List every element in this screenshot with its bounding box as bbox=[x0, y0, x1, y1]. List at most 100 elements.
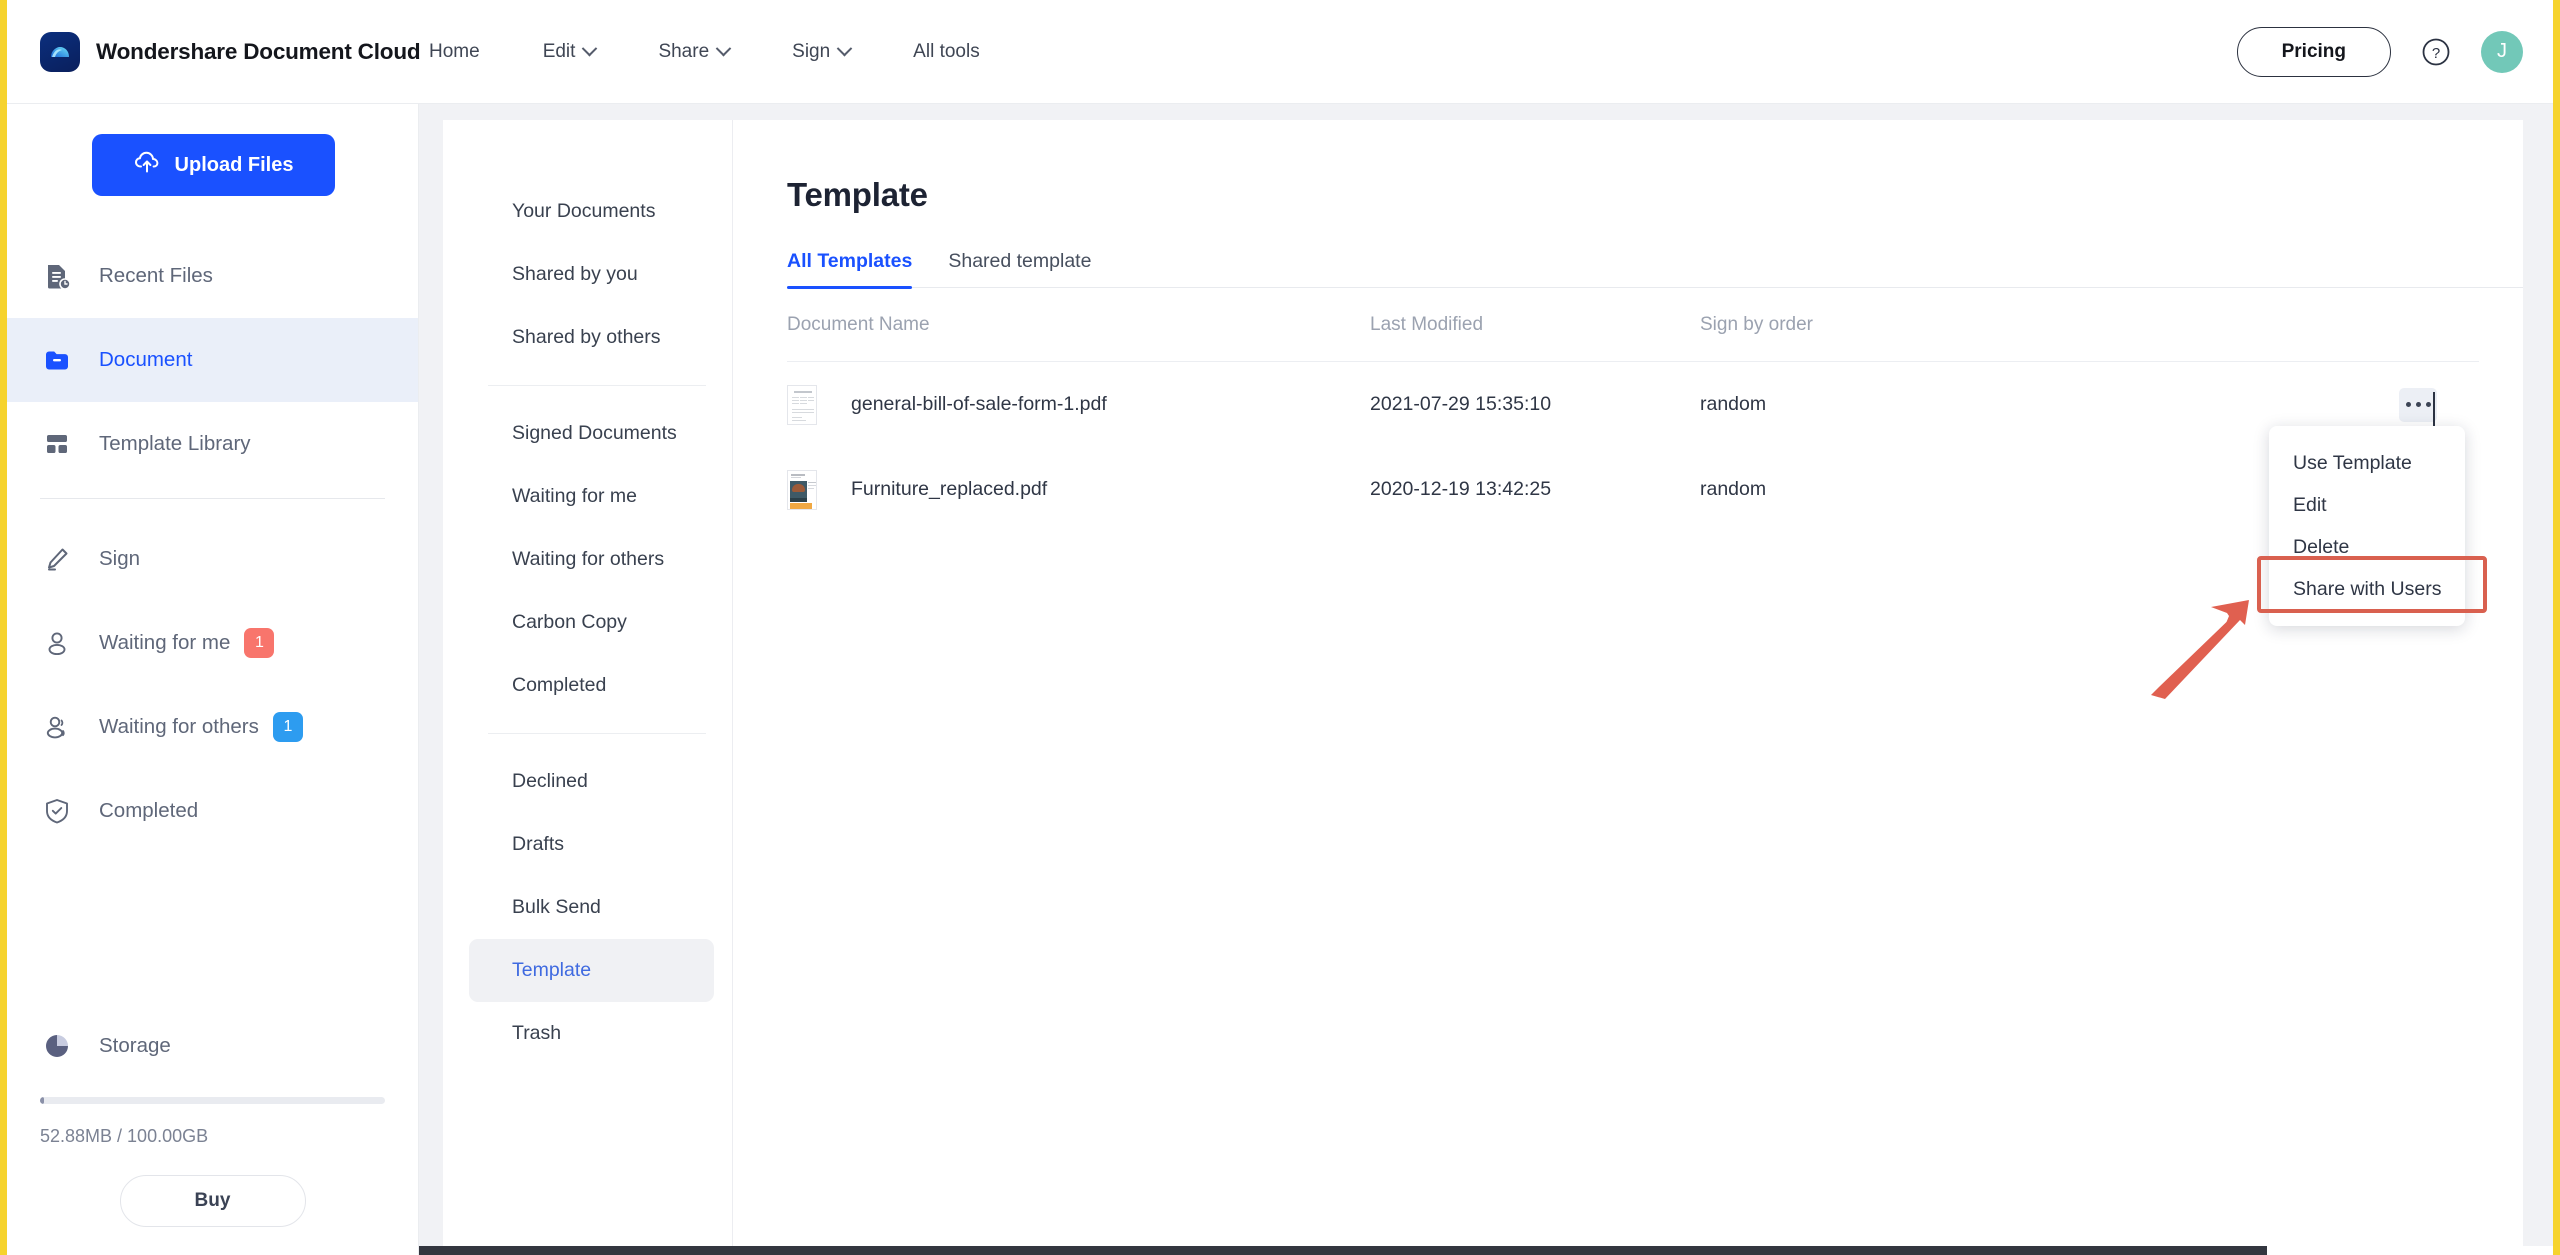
doc-nav-item-waiting-for-others[interactable]: Waiting for others bbox=[469, 528, 714, 591]
cloud-logo-icon bbox=[40, 31, 80, 72]
topnav-label: Home bbox=[429, 40, 480, 62]
context-menu-label: Use Template bbox=[2293, 451, 2412, 474]
template-library-icon bbox=[40, 427, 74, 461]
status-badge: 1 bbox=[272, 712, 303, 742]
storage-section: Storage 52.88MB / 100.00GB Buy bbox=[7, 1029, 418, 1227]
user-icon bbox=[40, 626, 74, 660]
doc-nav-item-shared-by-others[interactable]: Shared by others bbox=[469, 306, 714, 369]
topnav-item-home[interactable]: Home bbox=[429, 31, 480, 73]
doc-nav-item-carbon-copy[interactable]: Carbon Copy bbox=[469, 591, 714, 654]
primary-sidebar: Upload Files Recent Files Document Templ… bbox=[7, 104, 419, 1255]
column-header-last-modified: Last Modified bbox=[1370, 313, 1484, 335]
sidebar-item-label: Sign bbox=[99, 547, 141, 570]
topnav-label: Sign bbox=[792, 40, 831, 62]
documents-table: Document Name Last Modified Sign by orde… bbox=[787, 288, 2523, 532]
storage-progress-bar bbox=[40, 1097, 385, 1104]
doc-nav-item-waiting-for-me[interactable]: Waiting for me bbox=[469, 465, 714, 528]
sidebar-item-waiting-for-me[interactable]: Waiting for me 1 bbox=[7, 601, 418, 685]
buy-storage-button[interactable]: Buy bbox=[119, 1175, 306, 1227]
shield-check-icon bbox=[40, 794, 74, 828]
sidebar-item-sign[interactable]: Sign bbox=[7, 517, 418, 601]
doc-nav-item-trash[interactable]: Trash bbox=[469, 1002, 714, 1065]
pricing-button[interactable]: Pricing bbox=[2236, 26, 2391, 77]
table-row[interactable]: Furniture_replaced.pdf 2020-12-19 13:42:… bbox=[787, 447, 2479, 532]
topnav-item-edit[interactable]: Edit bbox=[543, 31, 598, 73]
column-header-sign-by-order: Sign by order bbox=[1700, 313, 1814, 335]
storage-usage-text: 52.88MB / 100.00GB bbox=[40, 1126, 209, 1146]
topnav-item-share[interactable]: Share bbox=[658, 31, 732, 73]
upload-files-button[interactable]: Upload Files bbox=[92, 134, 335, 196]
doc-nav-label: Signed Documents bbox=[512, 422, 677, 444]
doc-nav-label: Your Documents bbox=[512, 200, 656, 222]
doc-nav-divider bbox=[488, 733, 706, 734]
tab-label: All Templates bbox=[787, 250, 913, 272]
table-cell-actions bbox=[2399, 387, 2479, 428]
doc-nav-label: Waiting for others bbox=[512, 548, 665, 570]
context-menu-item-use-template[interactable]: Use Template bbox=[2269, 442, 2465, 484]
context-menu-item-edit[interactable]: Edit bbox=[2269, 484, 2465, 526]
brand-name: Wondershare Document Cloud bbox=[96, 38, 421, 64]
doc-nav-item-signed-documents[interactable]: Signed Documents bbox=[469, 402, 714, 465]
context-menu-item-delete[interactable]: Delete bbox=[2269, 526, 2465, 568]
storage-progress-fill bbox=[40, 1097, 44, 1104]
doc-nav-label: Shared by others bbox=[512, 326, 661, 348]
sidebar-item-waiting-for-others[interactable]: Waiting for others 1 bbox=[7, 685, 418, 769]
doc-nav-item-template[interactable]: Template bbox=[469, 939, 714, 1002]
document-page-thumbnail bbox=[787, 384, 817, 425]
document-name-text: general-bill-of-sale-form-1.pdf bbox=[851, 393, 1107, 415]
text-cursor bbox=[2432, 391, 2435, 428]
chevron-down-icon bbox=[582, 40, 598, 57]
sidebar-item-completed[interactable]: Completed bbox=[7, 769, 418, 853]
sidebar-nav-group-2: Sign Waiting for me 1 Waiting for others… bbox=[7, 517, 418, 853]
table-cell-last-modified: 2020-12-19 13:42:25 bbox=[1370, 478, 1552, 500]
sidebar-item-template-library[interactable]: Template Library bbox=[7, 402, 418, 486]
main-panel: Template All Templates Shared template D… bbox=[733, 120, 2523, 1255]
sidebar-item-label: Recent Files bbox=[99, 264, 213, 287]
doc-nav-item-shared-by-you[interactable]: Shared by you bbox=[469, 243, 714, 306]
context-menu-item-share-with-users[interactable]: Share with Users bbox=[2269, 568, 2465, 610]
question-circle-icon[interactable]: ? bbox=[2421, 37, 2451, 67]
browser-viewport: Wondershare Document Cloud Home Edit Sha… bbox=[0, 0, 2560, 1255]
recent-files-icon bbox=[40, 259, 74, 293]
doc-nav-label: Drafts bbox=[512, 833, 565, 855]
table-cell-document-name: Furniture_replaced.pdf bbox=[787, 469, 1370, 510]
folder-icon bbox=[40, 343, 74, 377]
scrollbar-track[interactable] bbox=[1647, 1246, 2267, 1255]
top-navigation: Home Edit Share Sign All tools bbox=[429, 31, 1043, 73]
tab-shared-template[interactable]: Shared template bbox=[948, 250, 1091, 287]
context-menu: Use Template Edit Delete Share with User… bbox=[2269, 426, 2465, 626]
sidebar-item-recent-files[interactable]: Recent Files bbox=[7, 234, 418, 318]
table-cell-last-modified: 2021-07-29 15:35:10 bbox=[1370, 393, 1552, 415]
furniture-image-thumbnail bbox=[787, 469, 817, 510]
pen-icon bbox=[40, 542, 74, 576]
upload-files-label: Upload Files bbox=[174, 153, 294, 176]
doc-nav-label: Carbon Copy bbox=[512, 611, 627, 633]
table-cell-sign-by-order: random bbox=[1700, 393, 1767, 415]
doc-nav-item-drafts[interactable]: Drafts bbox=[469, 813, 714, 876]
document-name-text: Furniture_replaced.pdf bbox=[851, 478, 1048, 500]
more-options-icon[interactable] bbox=[2399, 387, 2437, 428]
doc-nav-item-declined[interactable]: Declined bbox=[469, 750, 714, 813]
table-cell-document-name: general-bill-of-sale-form-1.pdf bbox=[787, 384, 1370, 425]
doc-nav-item-bulk-send[interactable]: Bulk Send bbox=[469, 876, 714, 939]
table-row[interactable]: general-bill-of-sale-form-1.pdf 2021-07-… bbox=[787, 362, 2479, 447]
sidebar-item-document[interactable]: Document bbox=[7, 318, 418, 402]
doc-nav-item-your-documents[interactable]: Your Documents bbox=[469, 180, 714, 243]
topnav-item-all-tools[interactable]: All tools bbox=[913, 31, 980, 73]
topnav-item-sign[interactable]: Sign bbox=[792, 31, 853, 73]
sidebar-item-label: Waiting for me bbox=[99, 631, 231, 654]
brand-logo-area[interactable]: Wondershare Document Cloud bbox=[7, 31, 421, 72]
page-title: Template bbox=[787, 176, 928, 213]
sidebar-nav-group-1: Recent Files Document Template Library bbox=[7, 234, 418, 486]
tab-all-templates[interactable]: All Templates bbox=[787, 250, 913, 289]
doc-nav-label: Bulk Send bbox=[512, 896, 601, 918]
doc-nav-item-completed[interactable]: Completed bbox=[469, 654, 714, 717]
context-menu-label: Edit bbox=[2293, 493, 2327, 516]
tab-label: Shared template bbox=[948, 250, 1092, 272]
sidebar-item-label: Document bbox=[99, 348, 193, 371]
topnav-label: All tools bbox=[913, 40, 980, 62]
dot bbox=[2425, 402, 2431, 407]
topnav-label: Share bbox=[658, 40, 710, 62]
sidebar-item-label: Completed bbox=[99, 799, 199, 822]
avatar[interactable]: J bbox=[2481, 30, 2523, 73]
